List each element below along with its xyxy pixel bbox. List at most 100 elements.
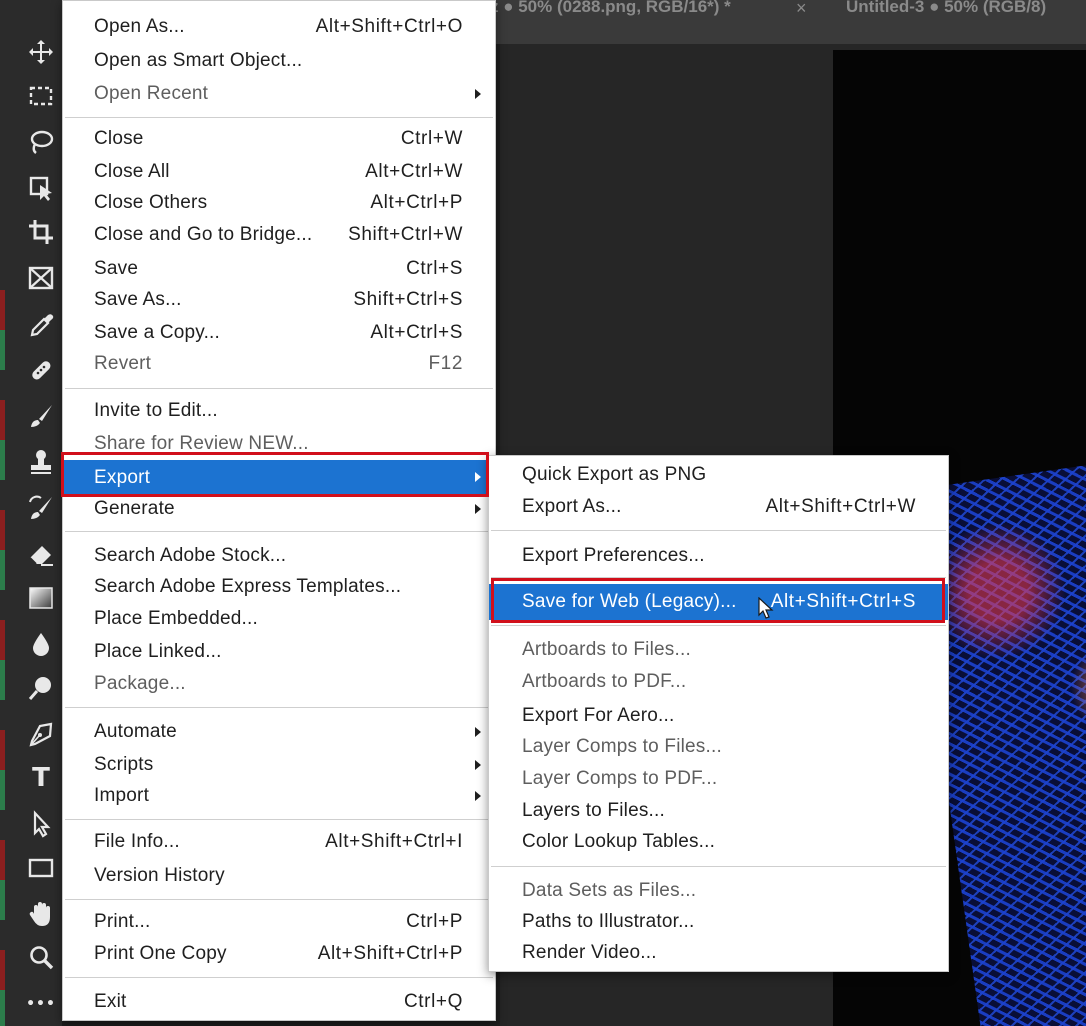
menu-item-render-video[interactable]: Render Video... <box>489 937 948 968</box>
menu-item-place-embedded[interactable]: Place Embedded... <box>63 603 495 634</box>
menu-item-search-adobe-express-templates[interactable]: Search Adobe Express Templates... <box>63 571 495 602</box>
menu-item-label: Save for Web (Legacy)... <box>522 591 737 612</box>
menu-item-layer-comps-to-pdf[interactable]: Layer Comps to PDF... <box>489 763 948 794</box>
eraser-icon[interactable] <box>20 538 62 570</box>
menu-item-save-for-web-legacy[interactable]: Save for Web (Legacy)... Alt+Shift+Ctrl+… <box>489 584 948 620</box>
zoom-icon[interactable] <box>20 942 62 974</box>
menu-item-layers-to-files[interactable]: Layers to Files... <box>489 795 948 826</box>
menu-separator <box>491 530 946 531</box>
path-selection-icon[interactable] <box>20 808 62 840</box>
document-tab-0288[interactable]: z ● 50% (0288.png, RGB/16*) * <box>490 0 731 22</box>
menu-item-save-as[interactable]: Save As... Shift+Ctrl+S <box>63 284 495 315</box>
menu-item-quick-export-as-png[interactable]: Quick Export as PNG <box>489 459 948 490</box>
document-tab-untitled-3[interactable]: Untitled-3 ● 50% (RGB/8) <box>846 0 1046 22</box>
menu-item-data-sets-as-files[interactable]: Data Sets as Files... <box>489 875 948 906</box>
menu-item-label: File Info... <box>94 831 180 852</box>
object-selection-icon[interactable] <box>20 172 62 204</box>
menu-item-label: Close Others <box>94 192 208 213</box>
menu-separator <box>65 899 493 900</box>
menu-item-artboards-to-files[interactable]: Artboards to Files... <box>489 634 948 665</box>
rectangle-tool-icon[interactable] <box>20 852 62 884</box>
blur-icon[interactable] <box>20 628 62 660</box>
menu-item-paths-to-illustrator[interactable]: Paths to Illustrator... <box>489 906 948 937</box>
spot-healing-brush-icon[interactable] <box>20 354 62 386</box>
menu-item-file-info[interactable]: File Info... Alt+Shift+Ctrl+I <box>63 826 495 857</box>
menu-item-shortcut: Ctrl+S <box>406 258 463 279</box>
menu-item-layer-comps-to-files[interactable]: Layer Comps to Files... <box>489 731 948 762</box>
menu-item-label: Automate <box>94 721 177 742</box>
menu-item-print-one-copy[interactable]: Print One Copy Alt+Shift+Ctrl+P <box>63 938 495 969</box>
menu-item-exit[interactable]: Exit Ctrl+Q <box>63 986 495 1017</box>
menu-item-share-for-review[interactable]: Share for Review NEW... <box>63 428 495 459</box>
menu-item-search-adobe-stock[interactable]: Search Adobe Stock... <box>63 540 495 571</box>
clone-stamp-icon[interactable] <box>20 446 62 478</box>
history-brush-icon[interactable] <box>20 492 62 524</box>
menu-item-automate[interactable]: Automate <box>63 716 495 747</box>
menu-item-label: Import <box>94 785 150 806</box>
menu-item-label: Close <box>94 128 144 149</box>
menu-item-export-as[interactable]: Export As... Alt+Shift+Ctrl+W <box>489 491 948 522</box>
eyedropper-icon[interactable] <box>20 308 62 340</box>
lasso-icon[interactable] <box>20 126 62 158</box>
move-tool-icon[interactable] <box>20 36 62 68</box>
crop-icon[interactable] <box>20 216 62 248</box>
menu-separator <box>65 977 493 978</box>
menu-item-open-recent[interactable]: Open Recent <box>63 78 495 109</box>
menu-item-invite-to-edit[interactable]: Invite to Edit... <box>63 395 495 426</box>
tab-close-icon[interactable]: × <box>796 0 807 19</box>
menu-item-color-lookup-tables[interactable]: Color Lookup Tables... <box>489 826 948 857</box>
menu-item-label: Open as Smart Object... <box>94 50 303 71</box>
menu-item-close-and-go-to-bridge[interactable]: Close and Go to Bridge... Shift+Ctrl+W <box>63 219 495 250</box>
menu-item-artboards-to-pdf[interactable]: Artboards to PDF... <box>489 666 948 697</box>
menu-separator <box>65 531 493 532</box>
menu-item-export-for-aero[interactable]: Export For Aero... <box>489 700 948 731</box>
gradient-icon[interactable] <box>20 582 62 614</box>
menu-item-label: Export <box>94 467 151 488</box>
menu-item-label: Data Sets as Files... <box>522 880 697 901</box>
menu-item-shortcut: Ctrl+P <box>406 911 463 932</box>
menu-item-label: Invite to Edit... <box>94 400 218 421</box>
menu-item-place-linked[interactable]: Place Linked... <box>63 636 495 667</box>
menu-item-export-preferences[interactable]: Export Preferences... <box>489 540 948 571</box>
frame-icon[interactable] <box>20 262 62 294</box>
menu-item-label: Print One Copy <box>94 943 227 964</box>
menu-item-save-a-copy[interactable]: Save a Copy... Alt+Ctrl+S <box>63 317 495 348</box>
export-submenu: Quick Export as PNG Export As... Alt+Shi… <box>488 455 949 972</box>
menu-item-open-as[interactable]: Open As... Alt+Shift+Ctrl+O <box>63 11 495 42</box>
submenu-arrow-icon <box>475 760 481 770</box>
dodge-icon[interactable] <box>20 672 62 704</box>
menu-separator <box>65 117 493 118</box>
menu-item-close-others[interactable]: Close Others Alt+Ctrl+P <box>63 187 495 218</box>
menu-item-close[interactable]: Close Ctrl+W <box>63 123 495 154</box>
menu-item-label: Place Linked... <box>94 641 222 662</box>
menu-item-revert[interactable]: Revert F12 <box>63 348 495 379</box>
submenu-arrow-icon <box>475 727 481 737</box>
menu-separator <box>65 388 493 389</box>
menu-item-label: Open As... <box>94 16 185 37</box>
menu-item-scripts[interactable]: Scripts <box>63 749 495 780</box>
menu-item-generate[interactable]: Generate <box>63 493 495 524</box>
menu-item-print[interactable]: Print... Ctrl+P <box>63 906 495 937</box>
file-menu: Open As... Alt+Shift+Ctrl+O Open as Smar… <box>62 0 496 1021</box>
menu-item-open-as-smart-object[interactable]: Open as Smart Object... <box>63 45 495 76</box>
pen-icon[interactable] <box>20 718 62 750</box>
menu-item-version-history[interactable]: Version History <box>63 860 495 891</box>
menu-item-import[interactable]: Import <box>63 780 495 811</box>
more-tools-icon[interactable]: ••• <box>20 988 62 1020</box>
menu-item-save[interactable]: Save Ctrl+S <box>63 253 495 284</box>
type-tool-icon[interactable]: T <box>20 762 62 794</box>
menu-item-label: Open Recent <box>94 83 209 104</box>
menu-item-shortcut: Shift+Ctrl+S <box>353 289 463 310</box>
rectangular-marquee-icon[interactable] <box>20 80 62 112</box>
menu-item-close-all[interactable]: Close All Alt+Ctrl+W <box>63 156 495 187</box>
menu-item-label: Artboards to Files... <box>522 639 691 660</box>
menu-item-export[interactable]: Export <box>63 460 495 495</box>
menu-item-shortcut: F12 <box>428 353 463 374</box>
menu-item-shortcut: Alt+Ctrl+W <box>365 161 463 182</box>
brush-icon[interactable] <box>20 400 62 432</box>
layer-color-strip <box>0 290 5 1026</box>
hand-icon[interactable] <box>20 898 62 930</box>
menu-item-package[interactable]: Package... <box>63 668 495 699</box>
menu-item-label: Version History <box>94 865 225 886</box>
menu-item-label: Artboards to PDF... <box>522 671 687 692</box>
